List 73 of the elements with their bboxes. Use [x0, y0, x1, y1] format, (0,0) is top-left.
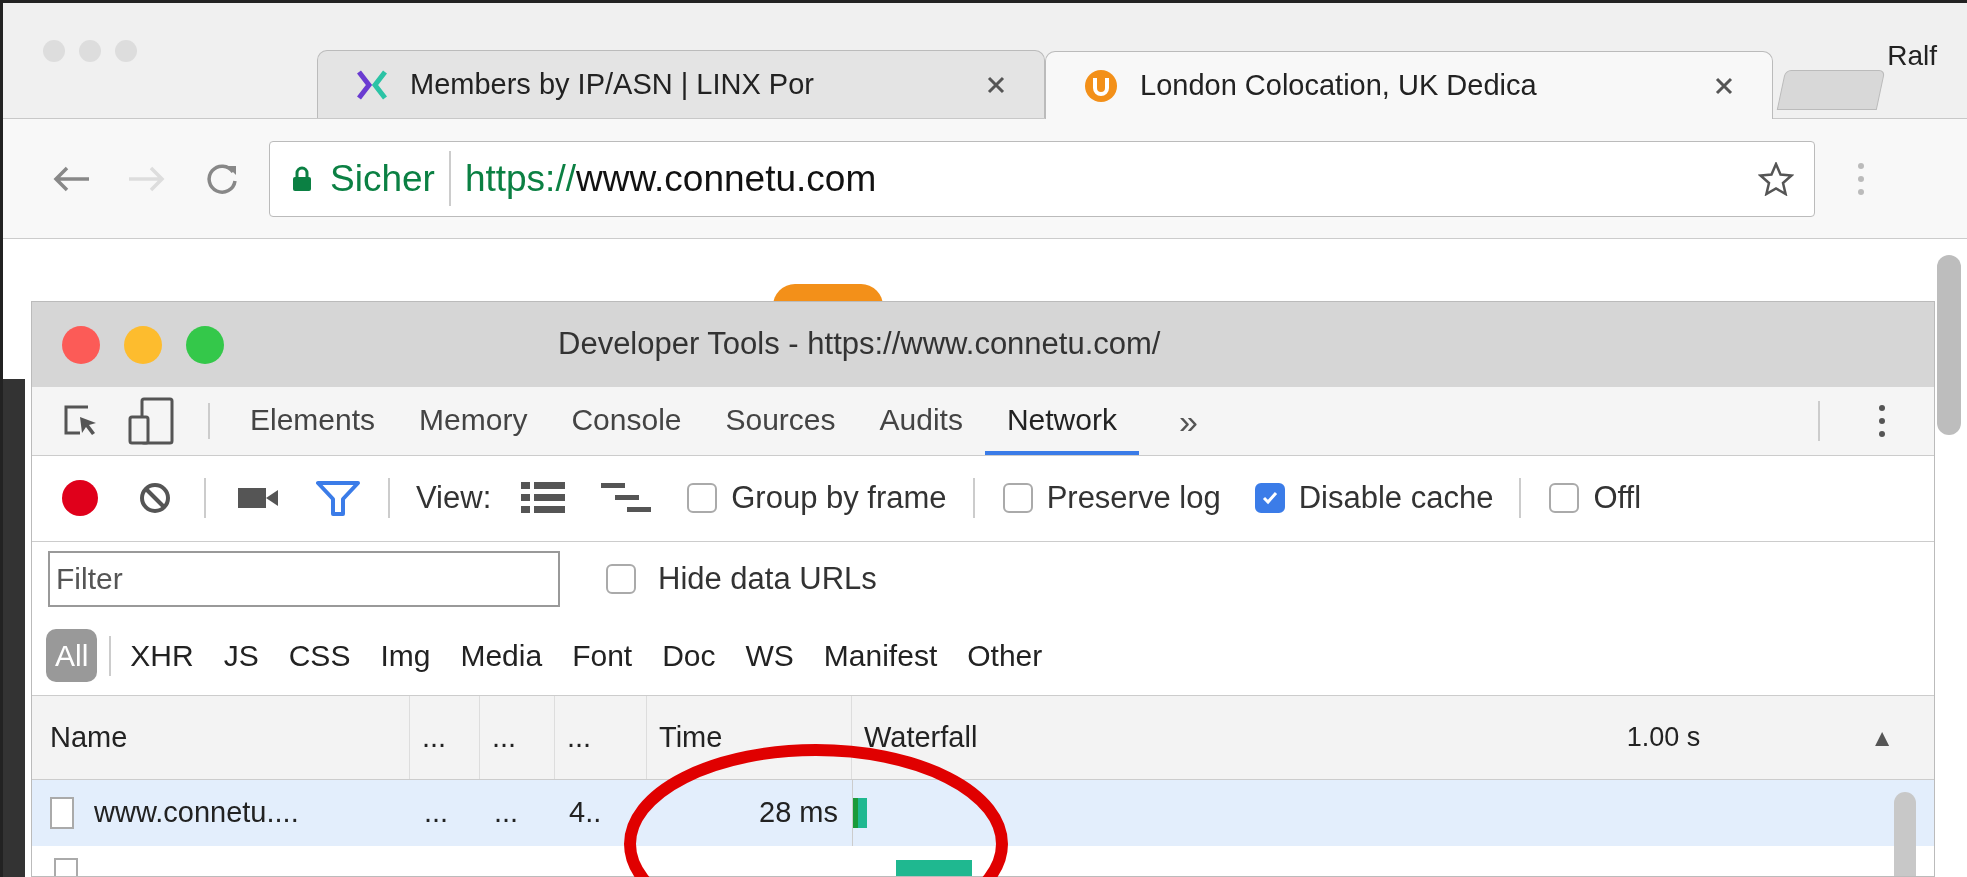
checkbox-label: Disable cache — [1298, 479, 1494, 518]
checkbox-label: Hide data URLs — [658, 559, 877, 598]
column-header[interactable]: ... — [410, 696, 480, 779]
type-filter[interactable]: XHR — [121, 629, 203, 683]
checkbox-label: Preserve log — [1046, 479, 1221, 518]
close-icon[interactable] — [986, 74, 1006, 95]
column-header[interactable]: ... — [555, 696, 647, 779]
tab-title: Members by IP/ASN | LINX Por — [410, 66, 814, 102]
checkbox[interactable] — [606, 564, 636, 595]
file-icon — [50, 797, 74, 829]
browser-tab[interactable]: Members by IP/ASN | LINX Por — [317, 50, 1045, 118]
table-cell-text: ... — [424, 795, 449, 831]
close-icon[interactable] — [1714, 75, 1734, 96]
type-filter[interactable]: Font — [563, 629, 642, 683]
security-label: Sicher — [330, 150, 451, 207]
record-button[interactable] — [62, 480, 98, 517]
checkbox[interactable] — [1254, 483, 1285, 514]
panel-tab[interactable]: Audits — [857, 387, 985, 456]
panel-tab[interactable]: Memory — [397, 387, 550, 456]
scrollbar[interactable] — [1894, 792, 1916, 876]
site-icon — [356, 68, 388, 101]
type-filter[interactable]: Other — [958, 629, 1052, 683]
panel-tab[interactable]: Network — [984, 387, 1139, 456]
type-filter[interactable]: CSS — [279, 629, 360, 683]
type-filter[interactable]: Manifest — [814, 629, 947, 683]
type-filter[interactable]: JS — [214, 629, 268, 683]
table-row[interactable]: www.connetu.... ... ... 4.. 28 ms — [32, 780, 1934, 846]
reload-icon[interactable] — [205, 161, 239, 196]
table-cell-text: 4.. — [569, 795, 602, 831]
column-header[interactable]: ... — [480, 696, 555, 779]
lock-icon — [292, 165, 312, 192]
table-cell-text: www.connetu.... — [94, 795, 299, 831]
more-options-icon[interactable] — [1878, 404, 1886, 439]
sort-indicator[interactable]: ▲ — [1870, 719, 1894, 756]
checkbox-label: Offl — [1593, 479, 1642, 518]
bookmark-star-icon[interactable] — [1758, 161, 1794, 196]
type-filter[interactable]: Img — [371, 629, 440, 683]
tab-title: London Colocation, UK Dedica — [1140, 67, 1537, 103]
waterfall-bar — [853, 798, 867, 828]
video-camera-icon[interactable] — [238, 486, 278, 511]
site-icon — [1084, 68, 1118, 103]
new-tab-button[interactable] — [1776, 70, 1886, 110]
panel-tab[interactable]: Console — [549, 387, 704, 456]
close-window-button[interactable] — [62, 325, 100, 364]
type-filter[interactable]: WS — [736, 629, 803, 683]
clear-icon[interactable] — [138, 481, 172, 516]
filter-field[interactable]: Filter — [48, 551, 560, 608]
menu-icon[interactable] — [1857, 161, 1865, 196]
timeline-label: 1.00 s — [1626, 721, 1701, 755]
panel-tab[interactable]: Sources — [703, 387, 858, 456]
table-cell-text: 28 ms — [759, 795, 838, 831]
page-scrollbar[interactable] — [1937, 255, 1961, 435]
window-title: Developer Tools - https://www.connetu.com/ — [558, 325, 1161, 364]
column-header[interactable]: Time — [647, 696, 852, 779]
type-filter[interactable]: Media — [451, 629, 552, 683]
url-text: https://www.connetu.com — [463, 156, 877, 201]
type-filter[interactable]: Doc — [653, 629, 725, 683]
browser-tab[interactable]: London Colocation, UK Dedica — [1045, 51, 1773, 119]
checkbox-label: Group by frame — [731, 479, 947, 518]
checkbox[interactable] — [687, 483, 718, 514]
checkbox[interactable] — [1002, 483, 1033, 514]
filter-icon[interactable] — [316, 480, 360, 517]
checkbox[interactable] — [1549, 483, 1580, 514]
panel-tab[interactable]: Elements — [228, 387, 398, 456]
address-bar[interactable]: Sicher https://www.connetu.com — [269, 140, 1815, 217]
table-cell-text: ... — [494, 795, 519, 831]
view-label: View: — [416, 479, 492, 518]
column-header[interactable]: Waterfall — [864, 715, 978, 760]
device-toolbar-icon[interactable] — [128, 397, 174, 446]
profile-name[interactable]: Ralf — [1887, 34, 1937, 77]
list-view-icon[interactable] — [521, 481, 566, 516]
more-panels-button[interactable]: » — [1178, 395, 1198, 447]
column-header[interactable]: Name — [32, 696, 410, 779]
